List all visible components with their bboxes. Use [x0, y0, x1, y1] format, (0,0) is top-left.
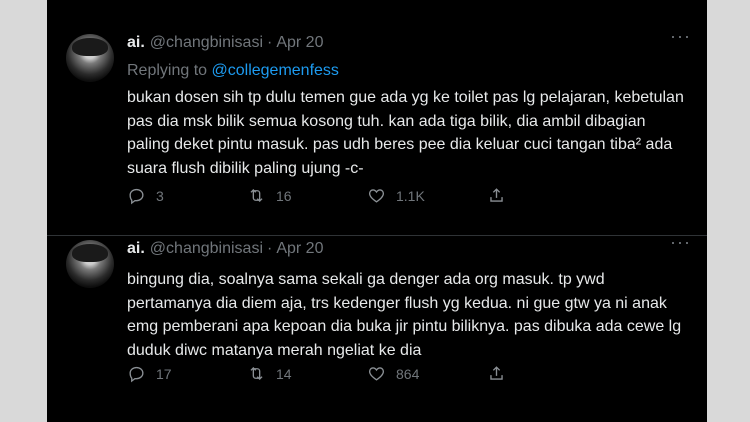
- share-button[interactable]: [487, 186, 607, 205]
- retweet-count: 16: [276, 187, 292, 204]
- like-count: 864: [396, 365, 420, 382]
- like-button[interactable]: 864: [367, 364, 487, 383]
- display-name[interactable]: ai.: [127, 34, 145, 52]
- tweet-text: bingung dia, soalnya sama sekali ga deng…: [127, 271, 682, 359]
- tweet-content: ai. @changbinisasi · Apr 20 bingung dia,…: [127, 240, 692, 362]
- separator: ·: [267, 34, 273, 51]
- separator: ·: [267, 240, 273, 257]
- reply-count: 17: [156, 365, 172, 382]
- like-count: 1.1K: [396, 187, 425, 204]
- like-button[interactable]: 1.1K: [367, 186, 487, 205]
- retweet-icon: [250, 367, 263, 380]
- reply-icon: [129, 188, 144, 205]
- retweet-button[interactable]: 14: [247, 364, 367, 383]
- replying-prefix: Replying to: [127, 62, 212, 79]
- retweet-icon: [250, 189, 263, 202]
- like-icon: [368, 189, 385, 203]
- tweet[interactable]: ai. @changbinisasi · Apr 20 Replying to …: [47, 20, 707, 236]
- retweet-button[interactable]: 16: [247, 186, 367, 205]
- tweet-actions: 3 16 1.1K: [127, 186, 607, 205]
- reply-count: 3: [156, 187, 164, 204]
- tweet-content: ai. @changbinisasi · Apr 20 Replying to …: [127, 34, 692, 180]
- retweet-count: 14: [276, 365, 292, 382]
- avatar[interactable]: [66, 240, 114, 288]
- more-options-icon[interactable]: ···: [670, 26, 691, 47]
- tweet-date[interactable]: Apr 20: [276, 34, 323, 52]
- more-options-icon[interactable]: ···: [670, 232, 691, 253]
- tweet[interactable]: ai. @changbinisasi · Apr 20 bingung dia,…: [47, 226, 707, 422]
- replying-to: Replying to @collegemenfess: [127, 62, 692, 82]
- reply-icon: [129, 366, 144, 383]
- tweet-header: ai. @changbinisasi · Apr 20: [127, 240, 692, 260]
- avatar[interactable]: [66, 34, 114, 82]
- share-button[interactable]: [487, 364, 607, 383]
- tweet-actions: 17 14 864: [127, 364, 607, 383]
- share-icon: [490, 188, 503, 202]
- tweet-date[interactable]: Apr 20: [276, 240, 323, 258]
- user-handle[interactable]: @changbinisasi: [150, 34, 263, 52]
- tweet-header: ai. @changbinisasi · Apr 20: [127, 34, 692, 54]
- reply-button[interactable]: 3: [127, 186, 247, 205]
- display-name[interactable]: ai.: [127, 240, 145, 258]
- user-handle[interactable]: @changbinisasi: [150, 240, 263, 258]
- share-icon: [490, 366, 503, 380]
- mention-link[interactable]: @collegemenfess: [212, 62, 339, 79]
- tweet-thread: ai. @changbinisasi · Apr 20 Replying to …: [47, 0, 707, 422]
- like-icon: [368, 367, 385, 381]
- tweet-text: bukan dosen sih tp dulu temen gue ada yg…: [127, 89, 684, 177]
- reply-button[interactable]: 17: [127, 364, 247, 383]
